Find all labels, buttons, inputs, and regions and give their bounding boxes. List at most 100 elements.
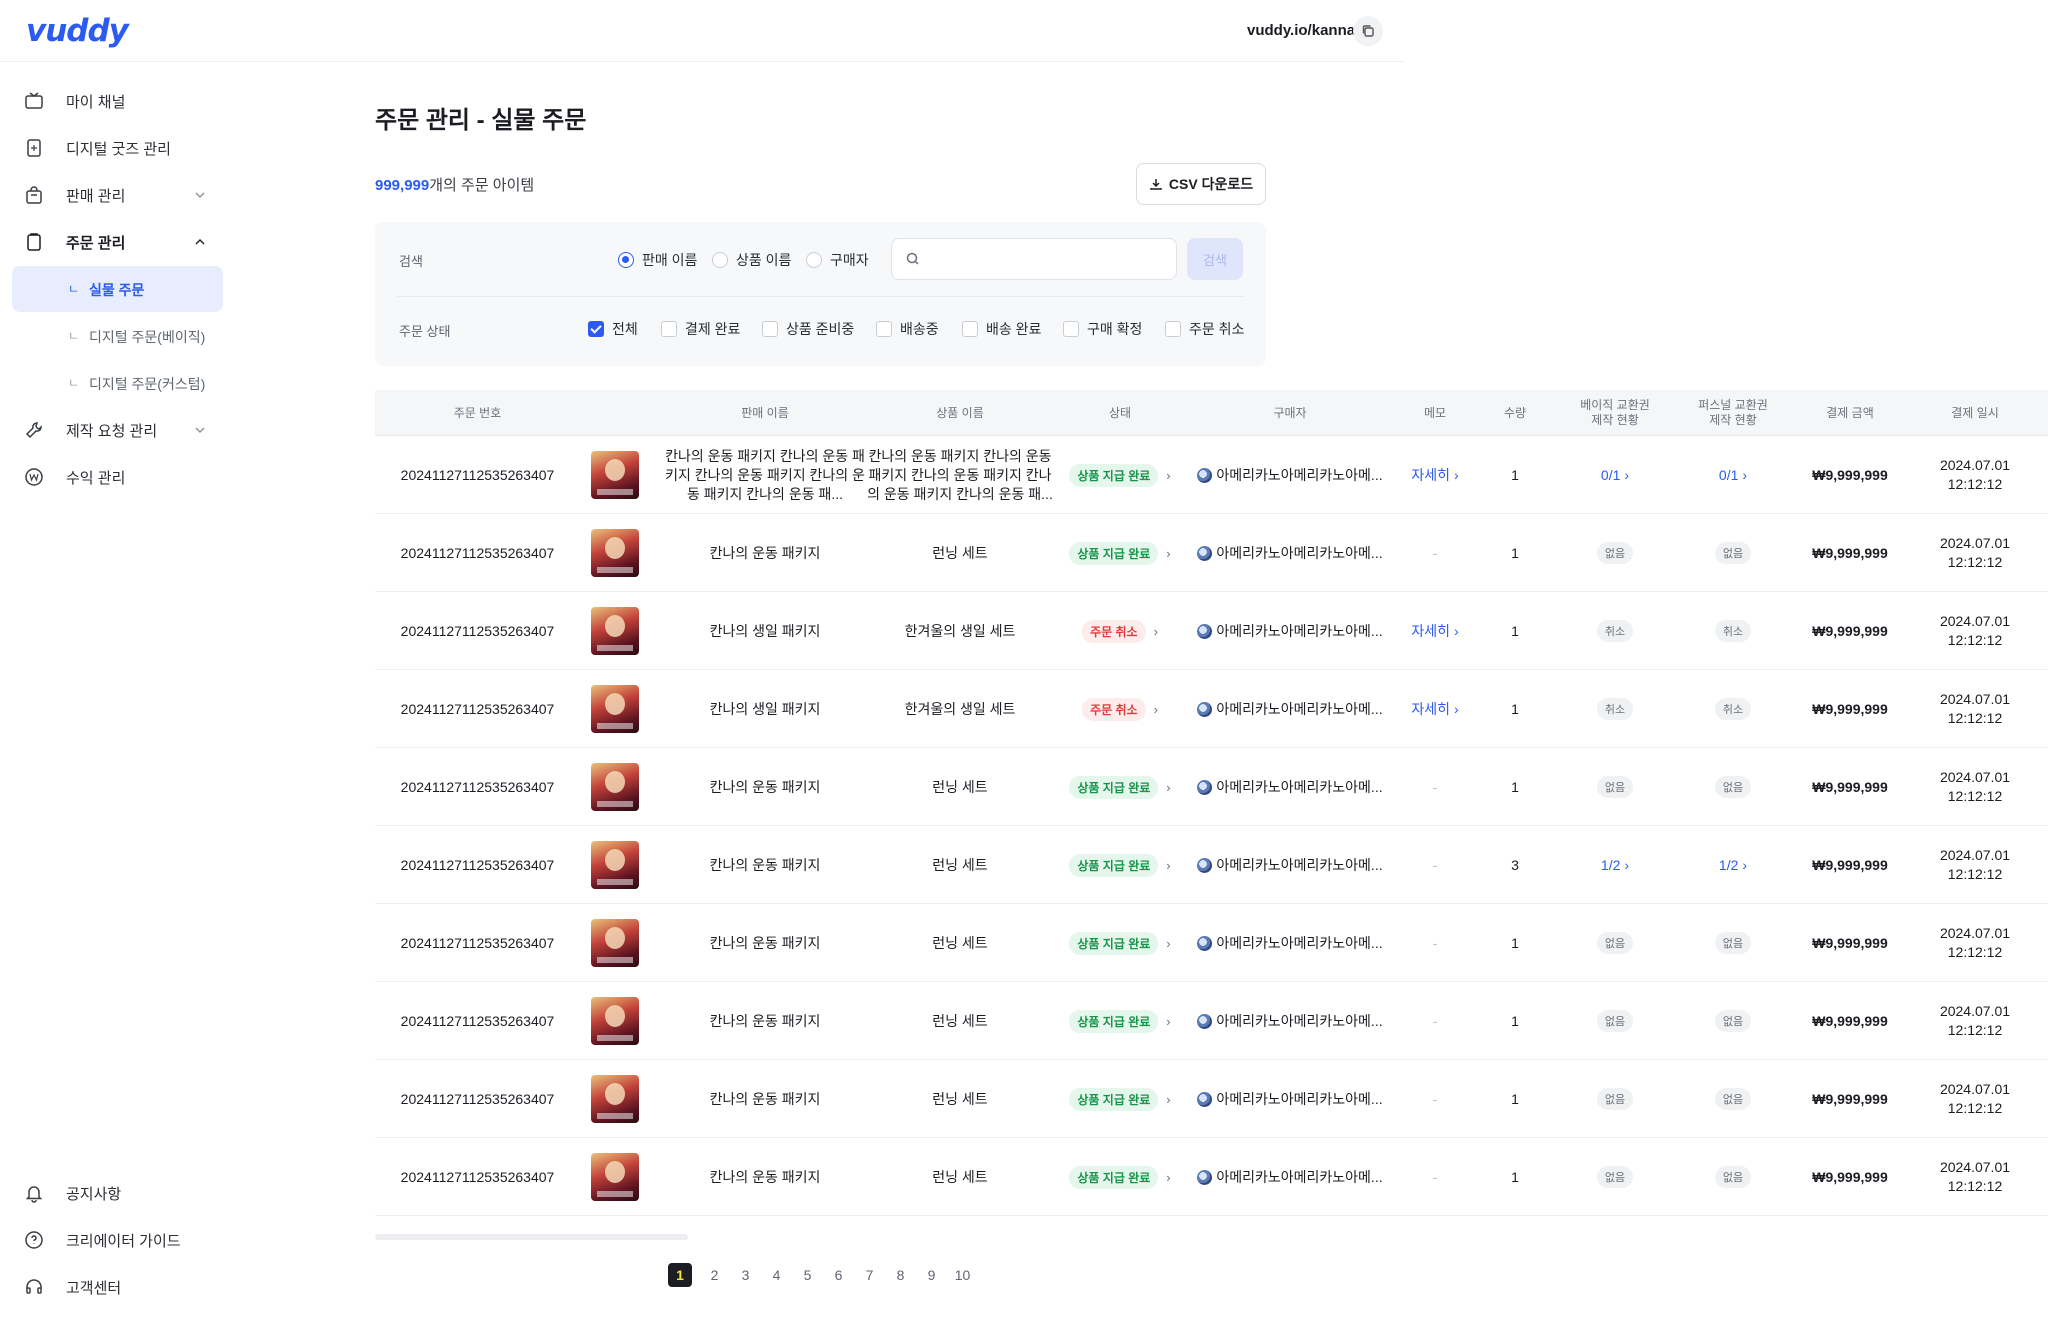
page-5-button[interactable]: 5: [792, 1263, 823, 1287]
status-link[interactable]: 상품 지급 완료 ›: [1069, 1087, 1171, 1111]
page-8-button[interactable]: 8: [885, 1263, 916, 1287]
csv-download-button[interactable]: CSV 다운로드: [1136, 163, 1266, 205]
sale-name: 칸나의 운동 패키지: [709, 779, 821, 795]
status-link[interactable]: 상품 지급 완료 ›: [1069, 1165, 1171, 1189]
status-cell: 상품 지급 완료 ›: [1065, 904, 1175, 982]
search-button[interactable]: 검색: [1187, 238, 1243, 280]
page-2-button[interactable]: 2: [699, 1263, 730, 1287]
table-row[interactable]: 20241127112535263407 칸나의 운동 패키지 런닝 세트 상품 지급…: [375, 826, 2048, 904]
payment-date: 2024.07.01: [1939, 1159, 2011, 1175]
page-3-button[interactable]: 3: [730, 1263, 761, 1287]
page-1-button[interactable]: 1: [668, 1263, 692, 1287]
buyer-avatar-icon: [1197, 623, 1213, 639]
sidebar-item-notices[interactable]: 공지사항: [12, 1170, 223, 1216]
status-link[interactable]: 상품 지급 완료 ›: [1069, 853, 1171, 877]
status-link[interactable]: 주문 취소 ›: [1082, 619, 1158, 643]
page-title: 주문 관리 - 실물 주문: [375, 107, 587, 134]
memo-cell: -: [1400, 1060, 1470, 1138]
sidebar-item-sales[interactable]: 판매 관리: [12, 172, 223, 218]
check-preparing[interactable]: 상품 준비중: [762, 319, 854, 339]
page-7-button[interactable]: 7: [854, 1263, 885, 1287]
table-row[interactable]: 20241127112535263407 칸나의 생일 패키지 한겨울의 생일 세트…: [375, 592, 2048, 670]
vuddy-logo[interactable]: vuddy: [26, 13, 129, 49]
quantity: 1: [1511, 701, 1519, 717]
page-10-button[interactable]: 10: [947, 1263, 978, 1287]
buyer-avatar-icon: [1197, 467, 1213, 483]
channel-url[interactable]: vuddy.io/kanna: [1247, 22, 1355, 39]
status-link[interactable]: 상품 지급 완료 ›: [1069, 775, 1171, 799]
status-link[interactable]: 상품 지급 완료 ›: [1069, 931, 1171, 955]
basic-voucher-progress-link[interactable]: 0/1: [1601, 467, 1620, 483]
sidebar-item-production-requests[interactable]: 제작 요청 관리: [12, 407, 223, 453]
copy-url-button[interactable]: [1353, 16, 1383, 46]
status-link[interactable]: 상품 지급 완료 ›: [1069, 1009, 1171, 1033]
check-all[interactable]: 전체: [588, 319, 638, 339]
status-cell: 상품 지급 완료 ›: [1065, 982, 1175, 1060]
page-4-button[interactable]: 4: [761, 1263, 792, 1287]
horizontal-scrollbar[interactable]: [375, 1234, 688, 1240]
sale-name-cell: 칸나의 운동 패키지: [665, 982, 865, 1060]
sidebar-item-support[interactable]: 고객센터: [12, 1264, 223, 1310]
check-shipping[interactable]: 배송중: [876, 319, 939, 339]
product-thumbnail: [591, 685, 639, 733]
order-count-suffix: 개의 주문 아이템: [429, 177, 535, 194]
sidebar-item-revenue[interactable]: 수익 관리: [12, 454, 223, 500]
search-input[interactable]: [891, 238, 1177, 280]
sidebar-item-digital-goods[interactable]: 디지털 굿즈 관리: [12, 125, 223, 171]
quantity: 1: [1511, 779, 1519, 795]
sidebar-subitem-physical-orders[interactable]: ㄴ 실물 주문: [12, 266, 223, 312]
table-row[interactable]: 20241127112535263407 칸나의 생일 패키지 한겨울의 생일 세트…: [375, 670, 2048, 748]
memo-empty: -: [1432, 1013, 1438, 1029]
sale-name: 칸나의 생일 패키지: [709, 623, 821, 639]
sidebar-subitem-digital-basic[interactable]: ㄴ 디지털 주문(베이직): [12, 313, 223, 359]
table-row[interactable]: 20241127112535263407 칸나의 운동 패키지 런닝 세트 상품 지급…: [375, 904, 2048, 982]
sidebar-item-orders[interactable]: 주문 관리: [12, 219, 223, 265]
radio-buyer[interactable]: 구매자: [806, 250, 869, 270]
table-row[interactable]: 20241127112535263407 칸나의 운동 패키지 런닝 세트 상품 지급…: [375, 1138, 2048, 1216]
page-6-button[interactable]: 6: [823, 1263, 854, 1287]
sidebar-subitem-digital-custom[interactable]: ㄴ 디지털 주문(커스텀): [12, 360, 223, 406]
payment-time: 12:12:12: [1947, 476, 2003, 492]
basic-voucher-cell: 없음: [1565, 982, 1665, 1060]
check-delivered[interactable]: 배송 완료: [962, 319, 1041, 339]
buyer: 아메리카노아메리카노아메...: [1197, 1167, 1383, 1187]
radio-product-name[interactable]: 상품 이름: [712, 250, 791, 270]
table-row[interactable]: 20241127112535263407 칸나의 운동 패키지 런닝 세트 상품 지급…: [375, 514, 2048, 592]
status-link[interactable]: 상품 지급 완료 ›: [1069, 541, 1171, 565]
buyer: 아메리카노아메리카노아메...: [1197, 1089, 1383, 1109]
col-product-name: 상품 이름: [936, 405, 984, 420]
status-link[interactable]: 주문 취소 ›: [1082, 697, 1158, 721]
buyer: 아메리카노아메리카노아메...: [1197, 1011, 1383, 1031]
personal-voucher-progress-link[interactable]: 0/1: [1719, 467, 1738, 483]
product-thumbnail: [591, 1153, 639, 1201]
memo-detail-link[interactable]: 자세히: [1411, 699, 1450, 719]
memo-detail-link[interactable]: 자세히: [1411, 465, 1450, 485]
memo-cell: 자세히 ›: [1400, 592, 1470, 670]
order-number-cell: 20241127112535263407: [375, 904, 580, 982]
quantity-cell: 1: [1490, 982, 1540, 1060]
personal-voucher-progress-link[interactable]: 1/2: [1719, 857, 1738, 873]
status-link[interactable]: 상품 지급 완료 ›: [1069, 463, 1171, 487]
won-coin-icon: [25, 468, 43, 486]
sale-name-cell: 칸나의 생일 패키지: [665, 592, 865, 670]
check-order-cancelled[interactable]: 주문 취소: [1165, 319, 1244, 339]
radio-indicator: [618, 252, 634, 268]
page-9-button[interactable]: 9: [916, 1263, 947, 1287]
sidebar-item-label: 주문 관리: [66, 234, 126, 252]
digital-card-icon: [27, 139, 41, 157]
radio-sale-name[interactable]: 판매 이름: [618, 250, 697, 270]
table-row[interactable]: 20241127112535263407 칸나의 운동 패키지 런닝 세트 상품 지급…: [375, 748, 2048, 826]
sidebar-item-my-channel[interactable]: 마이 채널: [12, 78, 223, 124]
table-row[interactable]: 20241127112535263407 칸나의 운동 패키지 런닝 세트 상품 지급…: [375, 1060, 2048, 1138]
check-payment-complete[interactable]: 결제 완료: [661, 319, 740, 339]
status-badge: 상품 지급 완료: [1069, 541, 1159, 565]
table-row[interactable]: 20241127112535263407 칸나의 운동 패키지 칸나의 운동 패키…: [375, 436, 2048, 514]
buyer-name: 아메리카노아메리카노아메...: [1216, 467, 1383, 483]
basic-voucher-progress-link[interactable]: 1/2: [1601, 857, 1620, 873]
table-row[interactable]: 20241127112535263407 칸나의 운동 패키지 런닝 세트 상품 지급…: [375, 982, 2048, 1060]
tv-icon: [25, 92, 43, 109]
memo-detail-link[interactable]: 자세히: [1411, 621, 1450, 641]
memo-cell: -: [1400, 904, 1470, 982]
check-purchase-confirmed[interactable]: 구매 확정: [1063, 319, 1142, 339]
sidebar-item-creator-guide[interactable]: 크리에이터 가이드: [12, 1217, 223, 1263]
